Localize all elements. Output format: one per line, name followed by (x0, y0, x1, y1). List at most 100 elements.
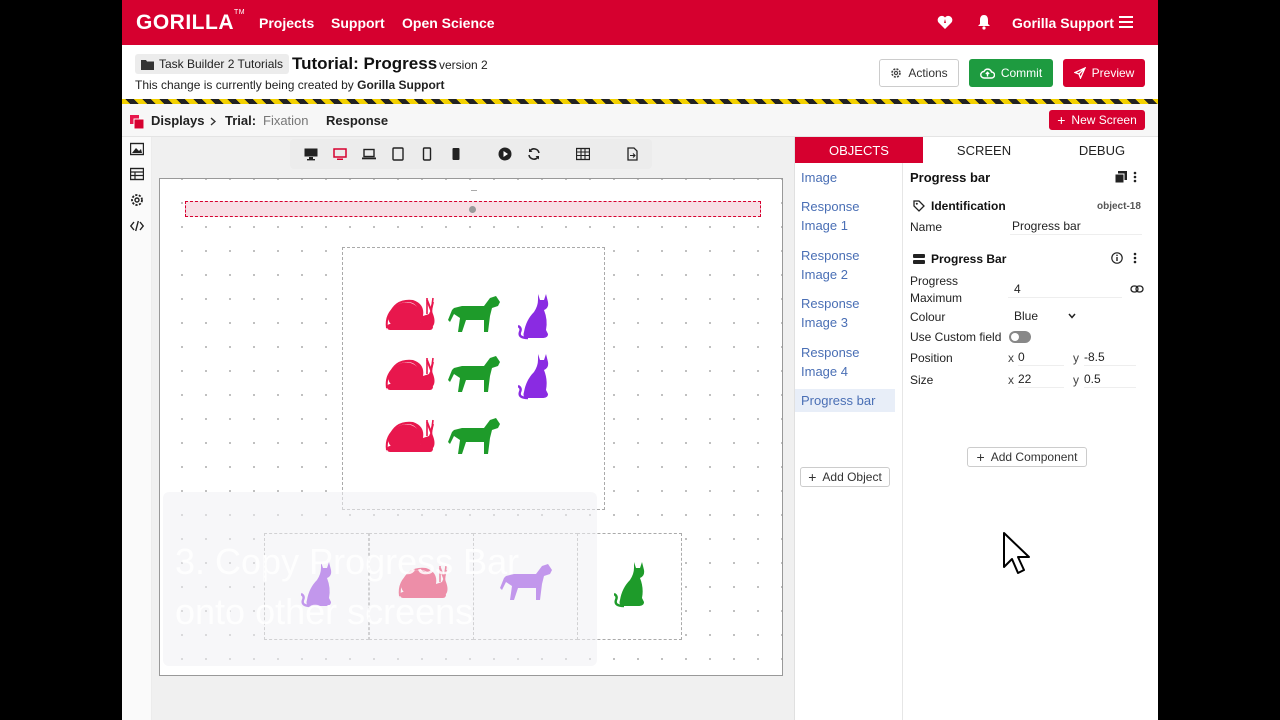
actions-button[interactable]: Actions (879, 59, 959, 87)
nav-open-science[interactable]: Open Science (402, 15, 495, 31)
screen-breadcrumb-bar: Displays Trial: Fixation Response + New … (122, 104, 1158, 137)
left-toolbar (122, 137, 152, 720)
info-icon[interactable] (1111, 252, 1123, 264)
cloud-upload-icon (979, 67, 995, 79)
link-icon[interactable] (1130, 283, 1144, 295)
object-item-response-image-2[interactable]: Response Image 2 (801, 246, 895, 284)
desktop-icon[interactable] (304, 147, 318, 161)
mouse-cursor-icon (1003, 532, 1030, 574)
add-component-button[interactable]: + Add Component (967, 447, 1087, 467)
nav-support[interactable]: Support (331, 15, 385, 31)
object-id: object-18 (1097, 201, 1141, 212)
nav-projects[interactable]: Projects (259, 15, 314, 31)
code-icon[interactable] (130, 219, 144, 233)
page-title: Tutorial: Progress (292, 54, 438, 73)
tab-objects[interactable]: OBJECTS (795, 137, 923, 163)
object-list: Image Response Image 1 Response Image 2 … (795, 163, 903, 720)
progress-bar-icon (913, 254, 925, 264)
plus-icon: + (1057, 112, 1066, 128)
dog-image (448, 292, 502, 343)
displays-icon (130, 115, 144, 129)
play-icon[interactable] (498, 147, 512, 161)
cat-image (613, 560, 648, 615)
menu-icon[interactable] (1116, 12, 1136, 32)
object-item-image[interactable]: Image (801, 168, 895, 187)
custom-field-label: Use Custom field (910, 330, 1002, 344)
object-item-response-image-4[interactable]: Response Image 4 (801, 343, 895, 381)
grid-table-icon[interactable] (576, 147, 590, 161)
progress-bar-component-section[interactable]: Progress Bar (913, 252, 1006, 266)
progress-bar-object[interactable] (185, 190, 761, 217)
laptop-icon[interactable] (362, 147, 376, 161)
component-more-icon[interactable] (1133, 252, 1137, 264)
more-vertical-icon[interactable] (1133, 171, 1137, 183)
screen-tab-response[interactable]: Response (326, 113, 388, 128)
canvas-area: 3. Copy Progress Bar onto other screens (152, 137, 794, 720)
gorilla-logo[interactable]: GORILLATM (136, 9, 245, 35)
refresh-icon[interactable] (527, 147, 541, 161)
device-toolbar (290, 139, 652, 169)
cat-image (517, 292, 552, 347)
plus-icon: + (808, 469, 817, 485)
tab-debug[interactable]: DEBUG (1045, 137, 1158, 163)
tutorial-overlay: 3. Copy Progress Bar onto other screens (163, 492, 597, 666)
resize-handle[interactable] (471, 190, 477, 196)
name-input[interactable]: Progress bar (1010, 217, 1142, 235)
preview-button[interactable]: Preview (1063, 59, 1145, 87)
image-icon[interactable] (130, 142, 144, 156)
screen-tab-fixation[interactable]: Fixation (263, 113, 309, 128)
tablet-icon[interactable] (391, 147, 405, 161)
version-label: version 2 (439, 58, 488, 72)
folder-breadcrumb[interactable]: Task Builder 2 Tutorials (135, 54, 290, 74)
monitor-icon[interactable] (333, 147, 347, 161)
position-x-label: x (1008, 351, 1014, 365)
copy-icon[interactable] (1115, 171, 1127, 183)
phone-icon[interactable] (420, 147, 434, 161)
breadcrumb-trial: Trial: (225, 113, 257, 128)
phone-filled-icon[interactable] (449, 147, 463, 161)
folder-icon (141, 59, 154, 70)
plus-icon: + (976, 449, 985, 465)
position-y-label: y (1073, 351, 1079, 365)
custom-field-toggle[interactable] (1009, 331, 1031, 343)
drag-handle[interactable] (469, 206, 476, 213)
progress-maximum-label: Progress Maximum (910, 274, 963, 305)
chevron-right-icon (210, 117, 216, 126)
name-label: Name (910, 220, 943, 234)
object-item-response-image-3[interactable]: Response Image 3 (801, 294, 895, 332)
table-icon[interactable] (130, 167, 144, 181)
snail-image (383, 414, 437, 459)
folder-label: Task Builder 2 Tutorials (159, 57, 284, 71)
object-item-progress-bar[interactable]: Progress bar (795, 389, 895, 412)
bell-icon[interactable] (974, 12, 994, 32)
dog-image (448, 414, 502, 465)
nav-user[interactable]: Gorilla Support (1012, 15, 1114, 31)
identification-section[interactable]: Identification (913, 199, 1006, 213)
heart-icon[interactable] (935, 12, 955, 32)
position-y-input[interactable]: -8.5 (1084, 348, 1136, 366)
colour-label: Colour (910, 310, 946, 324)
add-object-button[interactable]: + Add Object (800, 467, 890, 487)
size-y-input[interactable]: 0.5 (1084, 370, 1136, 388)
position-x-input[interactable]: 0 (1018, 348, 1064, 366)
object-properties: Progress bar Identification object-18 Na… (905, 163, 1158, 720)
size-x-input[interactable]: 22 (1018, 370, 1064, 388)
screen-preview[interactable]: 3. Copy Progress Bar onto other screens (159, 178, 783, 676)
size-label: Size (910, 373, 934, 387)
progress-maximum-input[interactable]: 4 (1008, 280, 1122, 298)
colour-select[interactable]: Blue (1008, 307, 1076, 325)
commit-button[interactable]: Commit (969, 59, 1053, 87)
dog-image (448, 352, 502, 403)
breadcrumb-displays[interactable]: Displays (151, 113, 204, 128)
stimulus-image[interactable] (342, 247, 605, 510)
app-window: GORILLATM Projects Support Open Science … (122, 0, 1158, 720)
change-note: This change is currently being created b… (135, 78, 445, 92)
export-file-icon[interactable] (625, 147, 639, 161)
new-screen-button[interactable]: + New Screen (1049, 110, 1145, 130)
gear-icon[interactable] (130, 193, 144, 207)
object-item-response-image-1[interactable]: Response Image 1 (801, 197, 895, 235)
tab-screen[interactable]: SCREEN (923, 137, 1045, 163)
snail-image (383, 352, 437, 397)
snail-image (383, 292, 437, 337)
tutorial-caption: 3. Copy Progress Bar onto other screens (175, 541, 520, 632)
